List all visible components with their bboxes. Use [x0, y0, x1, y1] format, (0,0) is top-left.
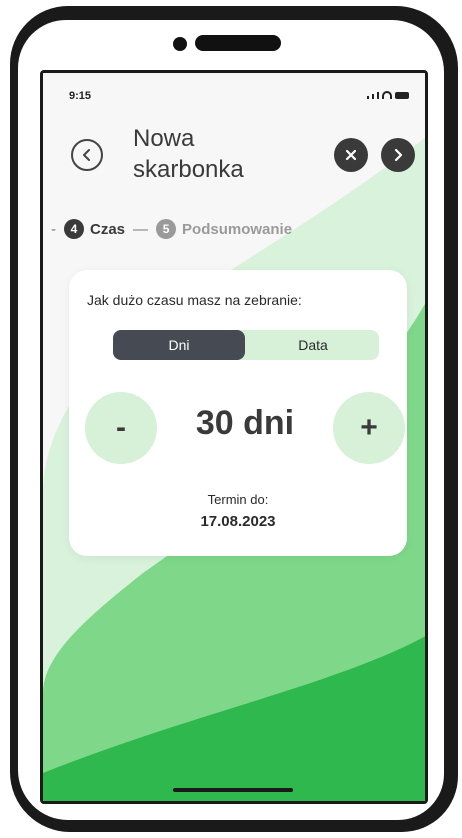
next-button[interactable] — [381, 138, 415, 172]
time-card: Jak dużo czasu masz na zebranie: Dni Dat… — [69, 270, 407, 556]
status-time: 9:15 — [69, 90, 92, 102]
status-icons — [367, 91, 409, 99]
close-icon — [345, 149, 357, 161]
step-label: Czas — [90, 220, 126, 238]
close-button[interactable] — [334, 138, 368, 172]
header: Nowa skarbonka — [43, 123, 425, 193]
mode-toggle: Dni Data — [113, 330, 379, 360]
step-czas: 4 Czas — [64, 219, 125, 239]
toggle-days[interactable]: Dni — [113, 330, 245, 360]
camera-icon — [173, 37, 187, 51]
speaker-icon — [195, 35, 281, 51]
deadline-date: 17.08.2023 — [200, 513, 276, 530]
increase-button[interactable]: + — [333, 392, 405, 464]
page-title: Nowa skarbonka — [133, 125, 244, 183]
step-indicator: - 4 Czas — 5 Podsumowanie — [51, 219, 292, 239]
deadline-label: Termin do: — [207, 492, 269, 507]
status-bar: 9:15 — [43, 73, 425, 113]
wifi-icon — [382, 91, 392, 99]
step-podsumowanie: 5 Podsumowanie — [156, 219, 292, 239]
signal-icon — [377, 92, 379, 99]
battery-icon — [395, 92, 409, 99]
signal-icon — [367, 96, 369, 99]
step-lead-dash: - — [51, 220, 56, 238]
chevron-left-icon — [83, 149, 90, 161]
duration-value: 30 dni — [195, 404, 295, 442]
back-button[interactable] — [71, 139, 103, 171]
step-number: 5 — [156, 219, 177, 239]
home-indicator[interactable] — [173, 788, 293, 792]
step-number: 4 — [64, 219, 84, 239]
chevron-right-icon — [394, 148, 403, 162]
app-screen: 9:15 Nowa skarbonka - 4 Czas — 5 Podsumo… — [40, 70, 428, 804]
toggle-date[interactable]: Data — [247, 330, 379, 360]
signal-icon — [372, 94, 374, 99]
step-dash: — — [133, 220, 149, 238]
step-label: Podsumowanie — [182, 220, 293, 238]
question-text: Jak dużo czasu masz na zebranie: — [87, 292, 302, 308]
decrease-button[interactable]: - — [85, 392, 157, 464]
